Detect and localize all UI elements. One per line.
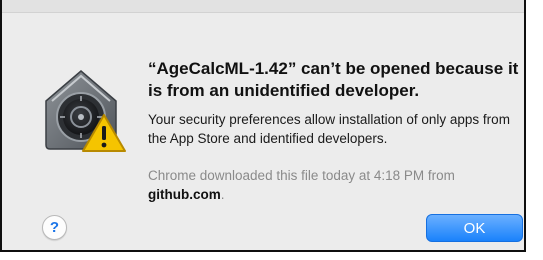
- download-source-text: Chrome downloaded this file today at 4:1…: [148, 166, 520, 204]
- alert-message: Your security preferences allow installa…: [148, 112, 510, 146]
- help-button[interactable]: ?: [42, 215, 67, 240]
- dialog-titlebar: [2, 0, 524, 13]
- ok-button[interactable]: OK: [426, 214, 523, 242]
- download-source-host: github.com: [148, 187, 221, 202]
- download-source-prefix: Chrome downloaded this file today at 4:1…: [148, 168, 455, 183]
- download-source-suffix: .: [220, 187, 225, 202]
- alert-dialog: “AgeCalcML-1.42” can’t be opened because…: [0, 0, 526, 252]
- warning-triangle-icon: [82, 114, 126, 152]
- alert-headline: “AgeCalcML-1.42” can’t be opened because…: [148, 59, 519, 100]
